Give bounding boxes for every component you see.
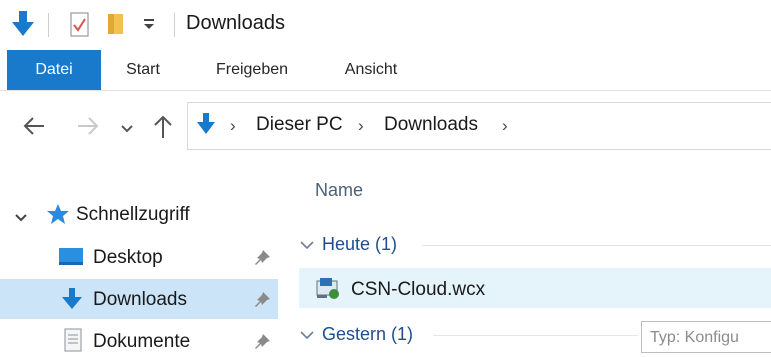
pin-icon[interactable] [253,333,271,355]
breadcrumb-chevron-icon[interactable]: › [230,116,236,136]
tab-share[interactable]: Freigeben [198,50,306,90]
breadcrumb-chevron-icon[interactable]: › [502,116,508,136]
pin-icon[interactable] [253,291,271,313]
up-arrow-icon[interactable] [153,113,173,144]
sidebar-item-label: Desktop [93,247,163,268]
column-header-name[interactable]: Name [315,180,363,201]
downloads-app-icon [10,10,36,43]
breadcrumb-downloads[interactable]: Downloads [384,114,478,136]
title-bar: Downloads [0,0,771,50]
group-header-yesterday[interactable]: Gestern (1) [322,324,413,345]
tooltip-text: Typ: Konfigu [650,329,739,346]
desktop-icon [58,247,84,272]
back-arrow-icon[interactable] [22,116,46,141]
customize-qat-icon[interactable] [142,16,156,37]
tab-start[interactable]: Start [110,50,176,90]
new-folder-icon[interactable] [105,12,129,41]
quick-access-label[interactable]: Schnellzugriff [76,204,190,226]
group-collapse-chevron-icon[interactable] [299,328,315,346]
quick-access-star-icon [46,203,70,230]
downloads-location-icon [196,112,216,141]
qat-separator [48,13,49,37]
sidebar-item-label: Downloads [93,289,187,310]
breadcrumb-this-pc[interactable]: Dieser PC [256,114,343,136]
window-title: Downloads [186,12,285,34]
group-collapse-chevron-icon[interactable] [299,238,315,256]
qat-separator [174,13,175,37]
breadcrumb-chevron-icon[interactable]: › [358,116,364,136]
group-divider [433,335,638,336]
group-header-today[interactable]: Heute (1) [322,234,397,255]
wcx-file-icon [314,275,342,306]
properties-icon[interactable] [69,12,91,43]
pin-icon[interactable] [253,249,271,271]
downloads-icon [61,287,83,316]
forward-arrow-icon[interactable] [76,116,100,141]
expand-chevron-icon[interactable] [14,210,28,228]
group-divider [422,245,771,246]
file-name: CSN-Cloud.wcx [351,279,486,300]
sidebar-item-label: Dokumente [93,331,191,352]
recent-locations-chevron-icon[interactable] [120,121,134,139]
tab-view[interactable]: Ansicht [326,50,416,90]
tab-file[interactable]: Datei [7,50,101,90]
